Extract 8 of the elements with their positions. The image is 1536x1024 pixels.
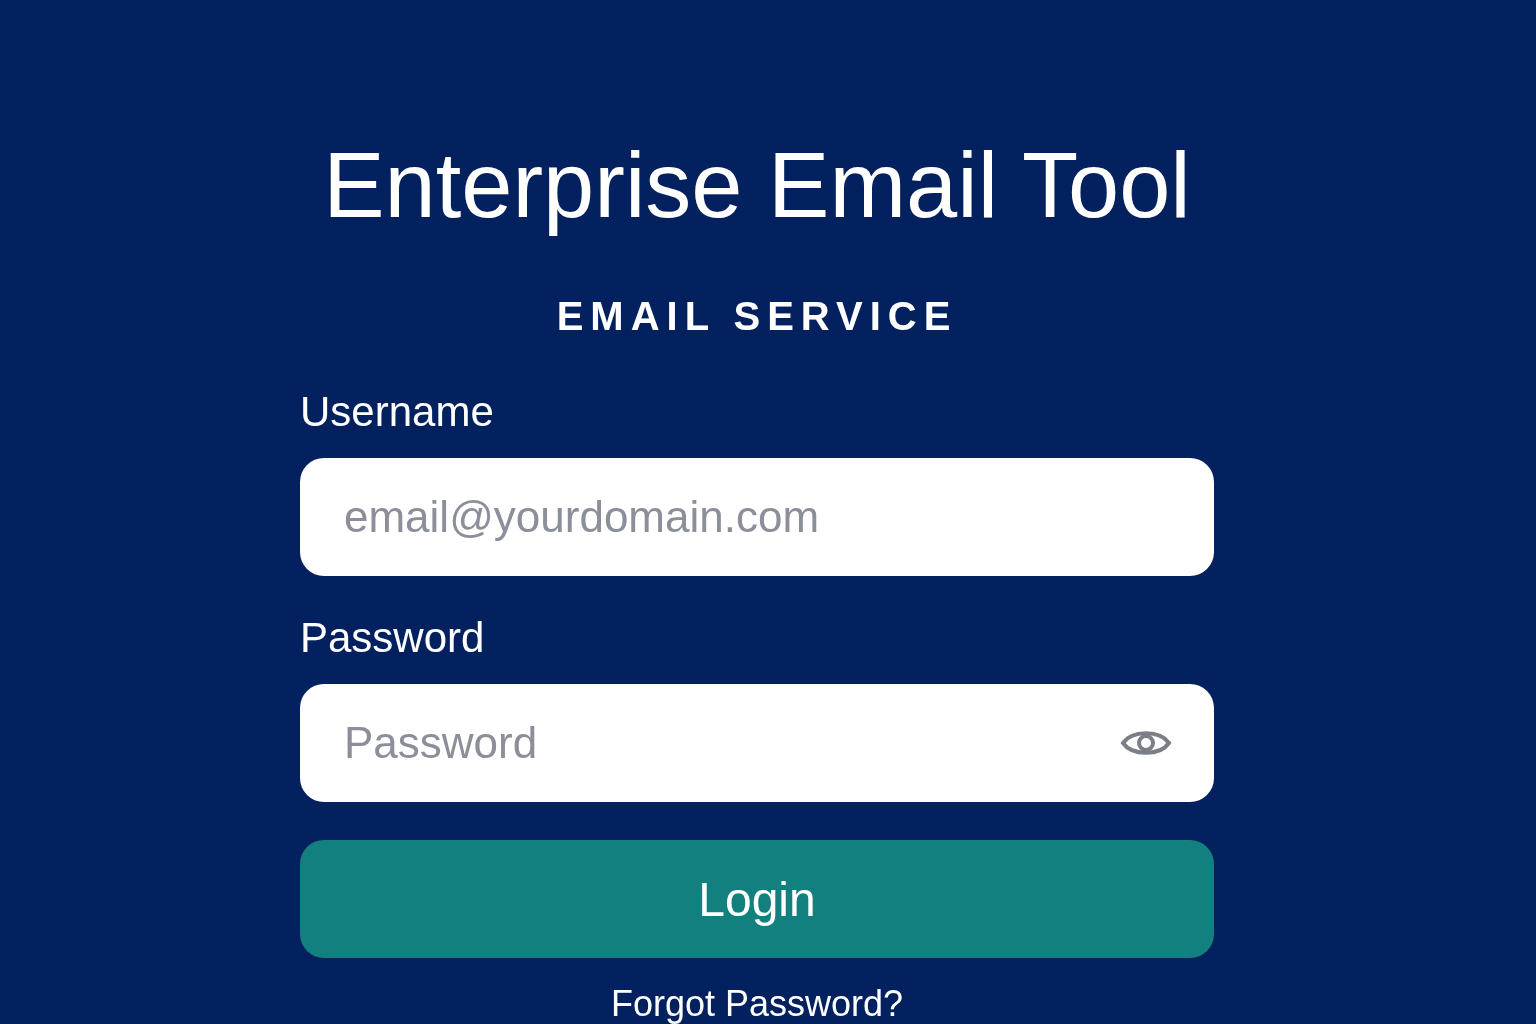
field-label: Username: [300, 388, 494, 436]
username-field[interactable]: email@yourdomain.com: [300, 458, 1214, 576]
login-button[interactable]: Login: [300, 840, 1214, 958]
app-title: Enterprise Email Tool: [323, 133, 1191, 238]
field-label: Password: [300, 614, 485, 662]
subtitle: EMAIL SERVICE: [556, 293, 958, 340]
password-field[interactable]: Password: [300, 684, 1214, 802]
forgot-password-link[interactable]: Forgot Password?: [610, 984, 904, 1024]
